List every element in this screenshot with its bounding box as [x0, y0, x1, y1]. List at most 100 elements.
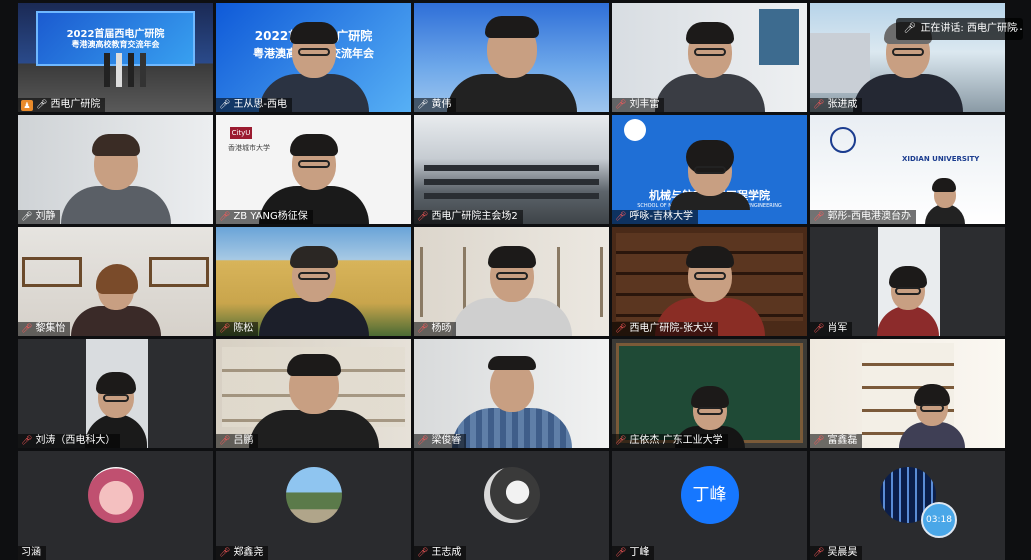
video-tile[interactable]: 2022首届西电广研院 粤港澳高校教育交流年会 ♟ 🎤︎ 西电广研院 — [18, 3, 213, 112]
participant-name-bar: 🎤︎ 吴晨昊 — [810, 546, 863, 560]
microphone-icon[interactable]: 🎤︎ — [219, 100, 230, 110]
video-tile[interactable]: 🎤︎ 陈松 — [216, 227, 411, 336]
microphone-icon[interactable]: 🎤︎ — [21, 212, 32, 222]
microphone-muted-icon[interactable]: 🎤︎ — [615, 100, 626, 110]
participant-name-bar: 🎤︎ 刘丰雷 — [612, 98, 665, 112]
participant-name-bar: 习涵 — [18, 546, 46, 560]
host-icon: ♟ — [21, 99, 33, 111]
video-tile[interactable]: 习涵 — [18, 451, 213, 560]
video-tile[interactable]: 🎤︎ 刘丰雷 — [612, 3, 807, 112]
xidian-en: XIDIAN UNIVERSITY — [902, 155, 980, 163]
microphone-muted-icon[interactable]: 🎤︎ — [813, 548, 824, 558]
video-tile[interactable]: 🎤︎ 西电广研院主会场2 — [414, 115, 609, 224]
video-tile[interactable]: 🎤︎ 杨旸 — [414, 227, 609, 336]
participant-name-bar: ♟ 🎤︎ 西电广研院 — [18, 98, 106, 112]
participant-video — [925, 178, 965, 224]
participant-name: 郑鑫尧 — [233, 547, 264, 558]
participant-name: 张进成 — [827, 99, 858, 110]
participant-name: 杨旸 — [431, 323, 452, 334]
participant-name-bar: 🎤︎ 西电广研院-张大兴 — [612, 322, 719, 336]
xidian-logo-icon — [830, 127, 856, 153]
more-options-button[interactable]: ⋯ — [1007, 18, 1027, 40]
participant-name-bar: 🎤︎ 梁俊睿 — [414, 434, 467, 448]
microphone-muted-icon[interactable]: 🎤︎ — [21, 436, 32, 446]
university-logo-icon — [624, 119, 646, 141]
microphone-muted-icon[interactable]: 🎤︎ — [219, 324, 230, 334]
participant-name: 吕鹏 — [233, 435, 254, 446]
banner-title: 2022首届西电广研院 — [66, 29, 165, 40]
speaking-indicator: 🎤︎ 正在讲话: 西电广研院 — [896, 18, 1023, 40]
video-tile[interactable]: CityU 香港城市大学 🎤︎ ZB YANG杨征保 — [216, 115, 411, 224]
microphone-muted-icon[interactable]: 🎤︎ — [615, 548, 626, 558]
microphone-muted-icon[interactable]: 🎤︎ — [417, 436, 428, 446]
participant-name-bar: 🎤︎ 呼咏-吉林大学 — [612, 210, 699, 224]
microphone-muted-icon[interactable]: 🎤︎ — [615, 212, 626, 222]
video-tile[interactable]: 🎤︎ 刘涛（西电科大） — [18, 339, 213, 448]
video-tile[interactable]: 🎤︎ 庄依杰 广东工业大学 — [612, 339, 807, 448]
participant-name: 黄伟 — [431, 99, 452, 110]
microphone-muted-icon[interactable]: 🎤︎ — [813, 100, 824, 110]
cityu-logo: CityU — [230, 127, 252, 139]
participant-name: 西电广研院-张大兴 — [629, 323, 714, 334]
participant-video — [669, 140, 750, 210]
video-tile[interactable]: 🎤︎ 王志成 — [414, 451, 609, 560]
participant-name-bar: 🎤︎ 陈松 — [216, 322, 259, 336]
participant-name-bar: 🎤︎ ZB YANG杨征保 — [216, 210, 313, 224]
participant-video — [451, 246, 572, 336]
participant-name: 郭彤-西电港澳台办 — [827, 211, 912, 222]
participant-name-bar: 🎤︎ 肖军 — [810, 322, 853, 336]
microphone-muted-icon[interactable]: 🎤︎ — [417, 548, 428, 558]
participant-name: 肖军 — [827, 323, 848, 334]
participant-name-bar: 🎤︎ 杨旸 — [414, 322, 457, 336]
participant-name-bar: 🎤︎ 吕鹏 — [216, 434, 259, 448]
microphone-muted-icon[interactable]: 🎤︎ — [21, 324, 32, 334]
video-tile[interactable]: 🎤︎ 梁俊睿 — [414, 339, 609, 448]
microphone-muted-icon[interactable]: 🎤︎ — [615, 436, 626, 446]
microphone-muted-icon[interactable]: 🎤︎ — [813, 436, 824, 446]
participant-video — [654, 22, 765, 112]
video-tile[interactable]: 🎤︎ 富鑫磊 — [810, 339, 1005, 448]
participant-video — [70, 264, 161, 336]
video-tile[interactable]: 🎤︎ 吴晨昊 — [810, 451, 1005, 560]
microphone-icon[interactable]: 🎤︎ — [36, 100, 47, 110]
participant-name-bar: 🎤︎ 庄依杰 广东工业大学 — [612, 434, 728, 448]
participant-video — [876, 266, 939, 336]
video-tile[interactable]: 🎤︎ 黄伟 — [414, 3, 609, 112]
microphone-muted-icon[interactable]: 🎤︎ — [219, 548, 230, 558]
video-tile[interactable]: 丁峰 🎤︎ 丁峰 — [612, 451, 807, 560]
video-tile[interactable]: 2022首届西电广研院 粤港澳高校教育交流年会 🎤︎ 王从思-西电 — [216, 3, 411, 112]
video-tile[interactable]: 机械与航空航天工程学院 SCHOOL OF MECHANICAL AND AER… — [612, 115, 807, 224]
banner-subtitle: 粤港澳高校教育交流年会 — [71, 40, 160, 49]
video-tile[interactable]: 🎤︎ 西电广研院-张大兴 — [612, 227, 807, 336]
participant-name: 庄依杰 广东工业大学 — [629, 435, 723, 446]
microphone-muted-icon[interactable]: 🎤︎ — [417, 212, 428, 222]
participant-name: 富鑫磊 — [827, 435, 858, 446]
avatar — [87, 466, 144, 523]
microphone-icon[interactable]: 🎤︎ — [417, 100, 428, 110]
microphone-muted-icon[interactable]: 🎤︎ — [813, 212, 824, 222]
video-tile[interactable]: 🎤︎ 郑鑫尧 — [216, 451, 411, 560]
participant-video — [258, 246, 369, 336]
video-tile[interactable]: 🎤︎ 肖军 — [810, 227, 1005, 336]
participant-name: 西电广研院主会场2 — [431, 211, 518, 222]
video-tile[interactable]: XIDIAN UNIVERSITY 🎤︎ 郭彤-西电港澳台办 — [810, 115, 1005, 224]
participant-name: 丁峰 — [629, 547, 650, 558]
video-tile[interactable]: 🎤︎ 黎集怡 — [18, 227, 213, 336]
microphone-muted-icon[interactable]: 🎤︎ — [417, 324, 428, 334]
avatar: 丁峰 — [680, 465, 739, 524]
microphone-muted-icon[interactable]: 🎤︎ — [615, 324, 626, 334]
participant-name-bar: 🎤︎ 黎集怡 — [18, 322, 71, 336]
microphone-muted-icon[interactable]: 🎤︎ — [813, 324, 824, 334]
participant-name-bar: 🎤︎ 丁峰 — [612, 546, 655, 560]
microphone-icon: 🎤︎ — [903, 23, 917, 34]
microphone-muted-icon[interactable]: 🎤︎ — [219, 212, 230, 222]
participant-name-bar: 🎤︎ 郑鑫尧 — [216, 546, 269, 560]
participant-video — [446, 16, 577, 112]
participant-name: 刘丰雷 — [629, 99, 660, 110]
video-tile[interactable]: 🎤︎ 吕鹏 — [216, 339, 411, 448]
video-tile[interactable]: 🎤︎ 刘静 — [18, 115, 213, 224]
recording-timer[interactable]: 03:18 — [921, 502, 957, 538]
participant-name-bar: 🎤︎ 王志成 — [414, 546, 467, 560]
participant-name: 王志成 — [431, 547, 462, 558]
microphone-muted-icon[interactable]: 🎤︎ — [219, 436, 230, 446]
